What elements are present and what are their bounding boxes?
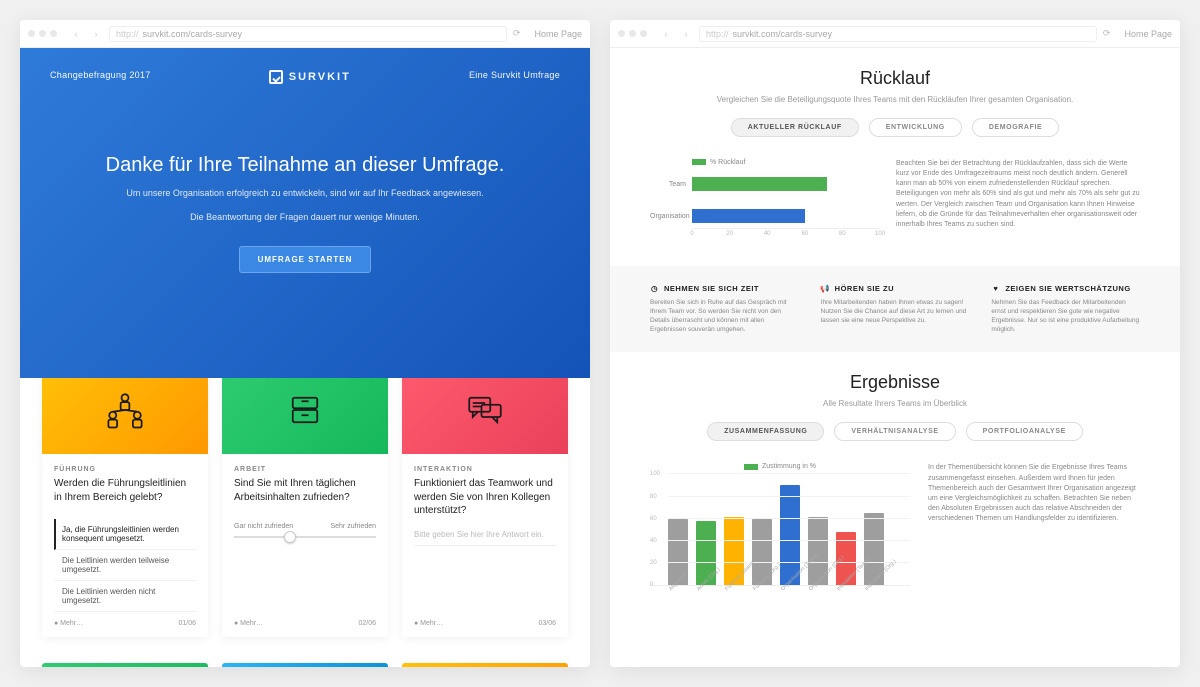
chat-icon [464,389,506,431]
tabs-ruecklauf: AKTUELLER RÜCKLAUF ENTWICKLUNG DEMOGRAFI… [650,118,1140,137]
tab[interactable]: DEMOGRAFIE [972,118,1059,137]
heart-icon: ♥ [991,284,1000,293]
url-path: survkit.com/cards-survey [733,29,833,39]
card-header [42,366,208,454]
survey-cards-row2 [20,663,590,667]
section-title: Ergebnisse [650,372,1140,393]
home-link[interactable]: Home Page [534,29,582,39]
section-ergebnisse: Ergebnisse Alle Resultate Ihrers Teams i… [610,352,1180,618]
reload-icon[interactable]: ⟳ [1103,28,1111,39]
dashboard-page: Rücklauf Vergleichen Sie die Beteiligung… [610,48,1180,667]
card-question: Sind Sie mit Ihren täglichen Arbeitsinha… [234,477,376,509]
section-sub: Vergleichen Sie die Beteiligungsquote Ih… [650,95,1140,104]
slider[interactable] [234,536,376,538]
chart-legend: % Rücklauf [650,159,880,166]
tab[interactable]: VERHÄLTNISANALYSE [834,422,955,441]
chart-description: In der Themenübersicht können Sie die Er… [928,463,1140,594]
context-label: Changebefragung 2017 [50,70,151,84]
card-header [222,663,388,667]
reload-icon[interactable]: ⟳ [513,28,521,39]
hero-sub1: Um unsere Organisation erfolgreich zu en… [50,187,560,201]
survey-card[interactable]: ARBEIT Sind Sie mit Ihren täglichen Arbe… [222,366,388,637]
survey-card[interactable]: FÜHRUNG Werden die Führungsleitlinien in… [42,366,208,637]
chart-description: Beachten Sie bei der Betrachtung der Rüc… [896,159,1140,242]
slider-max: Sehr zufrieden [330,523,376,530]
browser-chrome: ‹ › http:// survkit.com/cards-survey ⟳ H… [20,20,590,48]
bar-label: Team [650,181,692,188]
nav-back-icon[interactable]: ‹ [659,29,673,39]
window-controls[interactable] [28,30,57,37]
tab[interactable]: ENTWICKLUNG [869,118,962,137]
slider-thumb[interactable] [284,531,296,543]
more-link[interactable]: ● Mehr… [234,620,263,627]
card-options: Ja, die Führungsleitlinien werden konseq… [54,519,196,612]
card-header [402,366,568,454]
url-proto: http:// [706,29,729,39]
hero-title: Danke für Ihre Teilnahme an dieser Umfra… [50,154,560,177]
card-header [402,663,568,667]
speaker-icon: 📢 [821,284,830,293]
hero-sub2: Die Beantwortung der Fragen dauert nur w… [50,211,560,225]
card-page: 02/06 [358,620,376,627]
brand-name: SURVKIT [289,71,351,83]
x-axis: 0 20 40 60 80 100 [692,228,880,242]
more-link[interactable]: ● Mehr… [414,620,443,627]
more-link[interactable]: ● Mehr… [54,620,83,627]
brand[interactable]: SURVKIT [269,70,351,84]
brand-logo-icon [269,70,283,84]
card-page: 01/06 [178,620,196,627]
survey-hero: Changebefragung 2017 SURVKIT Eine Survki… [20,48,590,378]
section-title: Rücklauf [650,68,1140,89]
people-icon [104,389,146,431]
tip: ♥ZEIGEN SIE WERTSCHÄTZUNG Nehmen Sie das… [991,284,1140,334]
section-sub: Alle Resultate Ihrers Teams im Überblick [650,399,1140,408]
archive-icon [284,389,326,431]
survey-window: ‹ › http:// survkit.com/cards-survey ⟳ H… [20,20,590,667]
browser-chrome: ‹ › http:// survkit.com/cards-survey ⟳ H… [610,20,1180,48]
bar-label: Organisation [650,213,692,220]
start-survey-button[interactable]: UMFRAGE STARTEN [239,246,372,273]
window-controls[interactable] [618,30,647,37]
option[interactable]: Die Leitlinien werden nicht umgesetzt. [54,581,196,612]
tip: 📢HÖREN SIE ZU Ihre Mitarbeitenden haben … [821,284,970,334]
tab[interactable]: AKTUELLER RÜCKLAUF [731,118,859,137]
address-bar[interactable]: http:// survkit.com/cards-survey [109,26,507,42]
dashboard-window: ‹ › http:// survkit.com/cards-survey ⟳ H… [610,20,1180,667]
survey-cards-row1: FÜHRUNG Werden die Führungsleitlinien in… [20,366,590,659]
url-path: survkit.com/cards-survey [143,29,243,39]
option[interactable]: Die Leitlinien werden teilweise umgesetz… [54,550,196,581]
address-bar[interactable]: http:// survkit.com/cards-survey [699,26,1097,42]
tabs-ergebnisse: ZUSAMMENFASSUNG VERHÄLTNISANALYSE PORTFO… [650,422,1140,441]
option[interactable]: Ja, die Führungsleitlinien werden konseq… [54,519,196,550]
free-text-input[interactable]: Bitte geben Sie hier Ihre Antwort ein. [414,530,556,546]
card-category: INTERAKTION [414,466,556,473]
survey-card[interactable]: INTERAKTION Funktioniert das Teamwork un… [402,366,568,637]
chart-ruecklauf: % Rücklauf Team Organisation 0 20 40 [650,159,880,242]
chart-ergebnisse: Zustimmung in % 0 20 40 60 80 100 Allgem… [650,463,910,594]
card-page: 03/06 [538,620,556,627]
nav-fwd-icon[interactable]: › [89,29,103,39]
tab[interactable]: PORTFOLIOANALYSE [966,422,1083,441]
tagline: Eine Survkit Umfrage [469,70,560,84]
section-ruecklauf: Rücklauf Vergleichen Sie die Beteiligung… [610,48,1180,266]
nav-fwd-icon[interactable]: › [679,29,693,39]
home-link[interactable]: Home Page [1124,29,1172,39]
card-question: Funktioniert das Teamwork und werden Sie… [414,477,556,518]
card-question: Werden die Führungsleitlinien in Ihrem B… [54,477,196,509]
tips-strip: ◷NEHMEN SIE SICH ZEIT Bereiten Sie sich … [610,266,1180,352]
clock-icon: ◷ [650,284,659,293]
url-proto: http:// [116,29,139,39]
tab[interactable]: ZUSAMMENFASSUNG [707,422,824,441]
chart-legend: Zustimmung in % [650,463,910,470]
tip: ◷NEHMEN SIE SICH ZEIT Bereiten Sie sich … [650,284,799,334]
survey-page: Changebefragung 2017 SURVKIT Eine Survki… [20,48,590,667]
nav-back-icon[interactable]: ‹ [69,29,83,39]
card-category: FÜHRUNG [54,466,196,473]
slider-min: Gar nicht zufrieden [234,523,293,530]
card-category: ARBEIT [234,466,376,473]
card-header [42,663,208,667]
card-header [222,366,388,454]
